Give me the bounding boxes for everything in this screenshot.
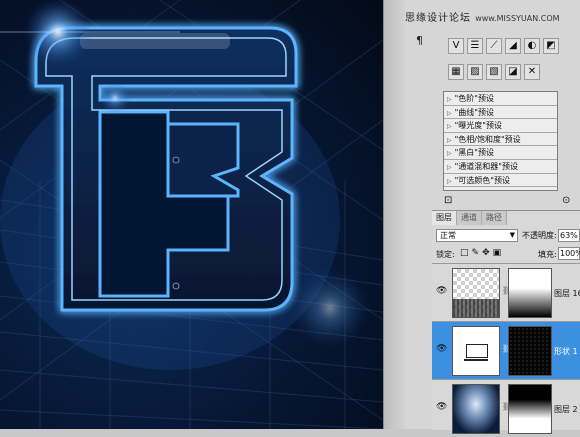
expand-triangle-icon: ▷: [447, 136, 452, 144]
preset-item[interactable]: ▷ "黑白"预设: [444, 146, 557, 160]
expand-triangle-icon: ▷: [447, 109, 452, 117]
visibility-eye-icon[interactable]: 👁: [436, 286, 448, 296]
layer-row[interactable]: 👁 ⛓ 图层 2 副: [432, 379, 580, 437]
layer-row[interactable]: 👁 ⛓ 图层 16: [432, 263, 580, 321]
lock-all-icon[interactable]: ▣: [493, 248, 502, 258]
preset-item[interactable]: ▷ "曝光度"预设: [444, 119, 557, 133]
blend-mode-select[interactable]: 正常 ▼: [436, 229, 518, 242]
preset-item[interactable]: ▷ "通道混和器"预设: [444, 160, 557, 174]
layer-name[interactable]: 图层 2 副: [554, 404, 580, 415]
layer-mask-thumbnail: [508, 384, 552, 434]
lock-transparency-icon[interactable]: □: [460, 248, 469, 258]
fill-label: 填充:: [538, 250, 557, 259]
paragraph-icon[interactable]: ¶: [416, 34, 423, 47]
layer-thumbnail: [452, 268, 500, 318]
chevron-down-icon: ▼: [509, 231, 515, 239]
layer-thumbnail: [452, 326, 500, 376]
exposure-icon[interactable]: ◢: [505, 38, 521, 54]
layer-mask-thumbnail: [508, 268, 552, 318]
layer-thumbnail: [452, 384, 500, 434]
lock-label: 锁定:: [436, 250, 455, 259]
panel-options-icon[interactable]: ⊙: [562, 196, 570, 208]
opacity-label: 不透明度:: [522, 231, 557, 240]
black-white-icon[interactable]: ▨: [467, 64, 483, 80]
invert-icon[interactable]: ✕: [524, 64, 540, 80]
photo-filter-icon[interactable]: ▧: [486, 64, 502, 80]
lock-pixels-icon[interactable]: ✎: [472, 248, 480, 258]
adjustment-icons-row-1: V ☰ ⟋ ◢ ◐ ◩: [448, 38, 559, 54]
expand-triangle-icon: ▷: [447, 96, 452, 103]
layer-name[interactable]: 图层 16: [554, 288, 580, 299]
curves-icon[interactable]: ⟋: [486, 38, 502, 54]
panel-footer-left: ⊡: [444, 196, 452, 208]
lock-position-icon[interactable]: ✥: [482, 248, 490, 258]
expand-triangle-icon: ▷: [447, 150, 452, 158]
tab-channels[interactable]: 通道: [457, 211, 482, 225]
adjustment-presets-list: ▷ "色阶"预设 ▷ "曲线"预设 ▷ "曝光度"预设 ▷ "色相/饱和度"预设 ▷ "黑…: [443, 91, 558, 191]
vector-mask-thumbnail: [508, 326, 552, 376]
layer-name[interactable]: 形状 1: [554, 346, 578, 357]
adjustment-icons-row-2: ▦ ▨ ▧ ◪ ✕: [448, 64, 540, 80]
layers-panel: 图层 通道 路径 正常 ▼ 不透明度: 63% 锁定: □ ✎ ✥ ▣ 填充: …: [432, 210, 580, 434]
expand-triangle-icon: ▷: [447, 163, 452, 171]
opacity-field[interactable]: 63%: [558, 229, 580, 242]
neon-letter: [34, 26, 298, 312]
color-balance-icon[interactable]: ▦: [448, 64, 464, 80]
expand-triangle-icon: ▷: [447, 123, 452, 131]
panel-dock-strip: [383, 0, 406, 429]
tab-layers[interactable]: 图层: [432, 211, 457, 225]
preset-item[interactable]: ▷ "可选颜色"预设: [444, 174, 557, 188]
preset-item[interactable]: ▷ "色阶"预设: [444, 92, 557, 106]
watermark-text: 思缘设计论坛 www.MISSYUAN.COM: [405, 13, 560, 24]
neon-letter-artwork: [0, 0, 383, 429]
preset-item[interactable]: ▷ "色相/饱和度"预设: [444, 133, 557, 147]
tab-paths[interactable]: 路径: [482, 211, 507, 225]
hue-icon[interactable]: ◩: [543, 38, 559, 54]
visibility-eye-icon[interactable]: 👁: [436, 402, 448, 412]
layer-row-selected[interactable]: 👁 ⛓ 形状 1: [432, 321, 580, 379]
panel-footer-right: ⊙: [562, 196, 570, 208]
fill-field[interactable]: 100%: [558, 247, 580, 260]
levels-icon[interactable]: V: [448, 38, 464, 54]
brightness-icon[interactable]: ☰: [467, 38, 483, 54]
clip-to-layer-icon[interactable]: ⊡: [444, 196, 452, 208]
channel-mixer-icon[interactable]: ◪: [505, 64, 521, 80]
vibrance-icon[interactable]: ◐: [524, 38, 540, 54]
preset-item[interactable]: ▷ "曲线"预设: [444, 106, 557, 120]
layers-panel-tabs: 图层 通道 路径: [432, 211, 507, 225]
lock-icons: □ ✎ ✥ ▣: [460, 248, 501, 258]
expand-triangle-icon: ▷: [447, 177, 452, 185]
artwork-canvas[interactable]: [0, 0, 383, 429]
visibility-eye-icon[interactable]: 👁: [436, 344, 448, 354]
